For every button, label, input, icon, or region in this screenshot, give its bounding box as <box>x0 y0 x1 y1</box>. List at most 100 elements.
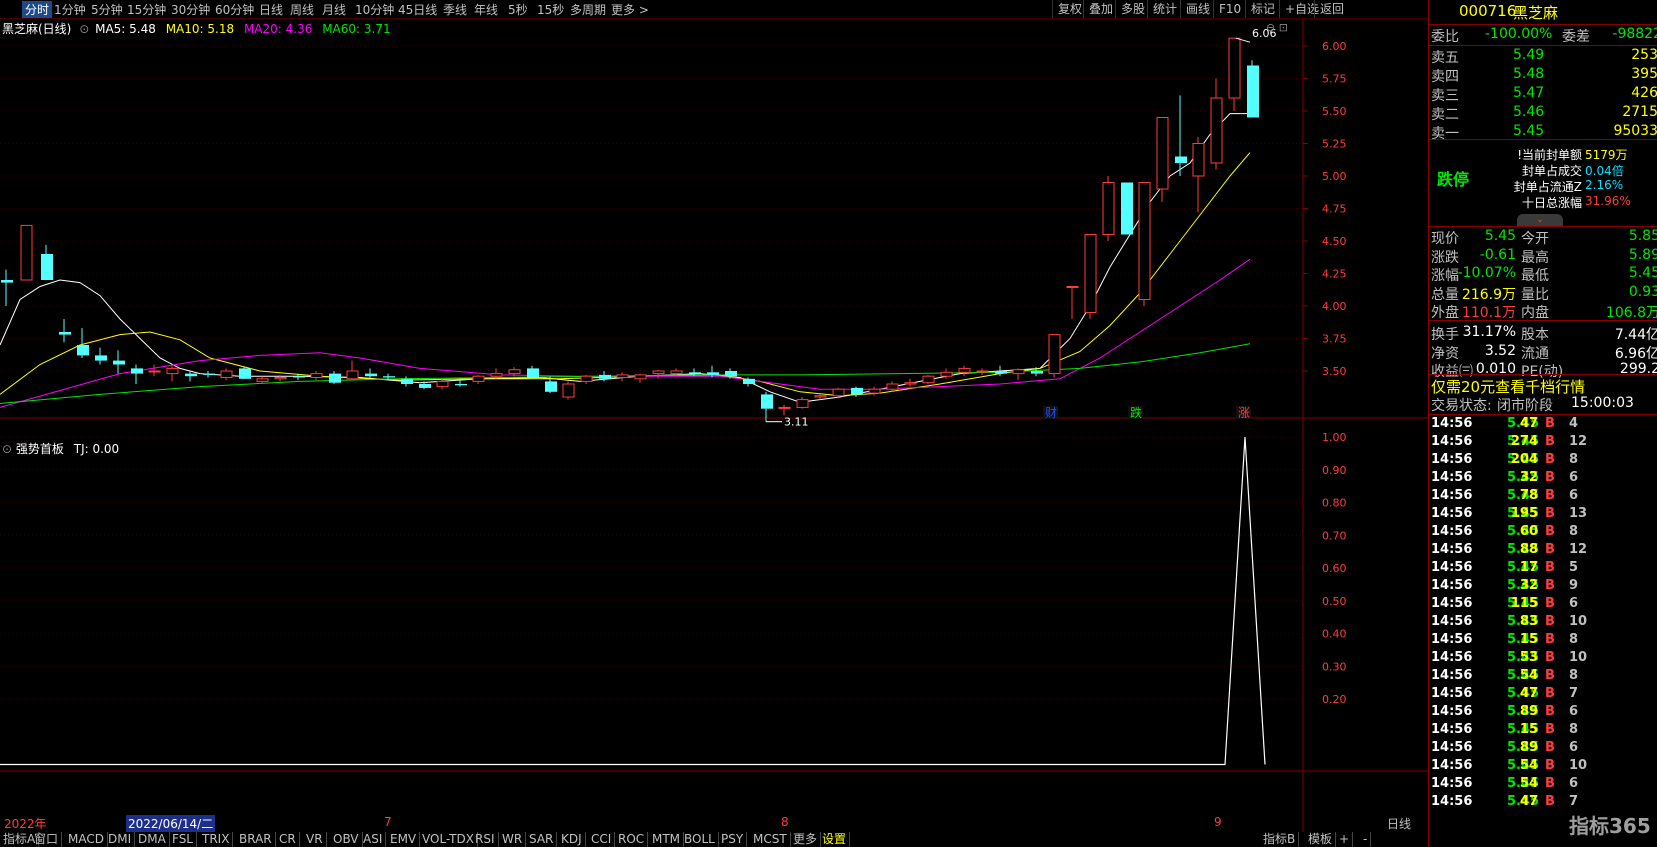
bottom-tab-13[interactable]: VOL-TDX <box>419 832 478 847</box>
bottom-right-3[interactable]: - <box>1360 832 1372 847</box>
bottom-tab-20[interactable]: MTM <box>649 832 685 847</box>
toolbar-button-2[interactable]: 多股 <box>1115 0 1150 18</box>
candle <box>1138 182 1151 306</box>
ask-row-1: 卖四 5.48 395 <box>1429 66 1657 85</box>
quote-label: 换手 <box>1431 327 1459 343</box>
bottom-tab-19[interactable]: ROC <box>615 832 649 847</box>
tick-row: 14:56 5.45 32 B 9 <box>1429 578 1657 596</box>
tab-period-13[interactable]: 5秒 <box>508 1 528 18</box>
candle <box>976 368 989 375</box>
toolbar-button-8[interactable]: 返回 <box>1314 0 1349 18</box>
bottom-tab-17[interactable]: KDJ <box>558 832 586 847</box>
toolbar-button-1[interactable]: 叠加 <box>1083 0 1118 18</box>
tab-period-9[interactable]: 10分钟 <box>355 1 394 18</box>
bottom-right-2[interactable]: + <box>1336 832 1354 847</box>
bottom-tab-23[interactable]: MCST <box>750 832 791 847</box>
bottom-tab-3[interactable]: DMI <box>105 832 136 847</box>
bottom-tab-8[interactable]: CR <box>276 832 300 847</box>
toolbar-button-0[interactable]: 复权 <box>1052 0 1087 18</box>
tab-period-8[interactable]: 月线 <box>322 1 346 18</box>
candle <box>203 371 215 378</box>
candle <box>1210 78 1223 170</box>
quote-value: 6.96亿 <box>1614 345 1657 362</box>
kline-chart[interactable]: 6.00 5.75 5.50 5.25 5.00 4.75 4.50 4.25 4.00 3.75… <box>0 19 1428 832</box>
ma20-label: MA20: 4.36 <box>243 22 313 36</box>
bottom-tab-5[interactable]: FSL <box>169 832 197 847</box>
toolbar-button-6[interactable]: 标记 <box>1245 0 1280 18</box>
tab-period-12[interactable]: 年线 <box>474 1 498 18</box>
bottom-tab-6[interactable]: TRIX <box>199 832 234 847</box>
bottom-tab-7[interactable]: BRAR <box>236 832 276 847</box>
toolbar-button-4[interactable]: 画线 <box>1180 0 1215 18</box>
tick-side: B <box>1545 452 1555 467</box>
bottom-tab-9[interactable]: VR <box>303 832 327 847</box>
tab-period-15[interactable]: 多周期 <box>570 1 606 18</box>
tab-period-16[interactable]: 更多 > <box>611 1 649 18</box>
candle <box>922 374 935 384</box>
legend-toggle-icon[interactable]: ⊙ <box>79 22 89 36</box>
tick-count: 8 <box>1569 722 1579 737</box>
toolbar-button-5[interactable]: F10 <box>1213 0 1246 18</box>
tick-count: 6 <box>1569 776 1579 791</box>
tick-side: B <box>1545 686 1555 701</box>
ask-label: 卖四 <box>1431 69 1459 85</box>
bottom-tab-2[interactable]: MACD <box>65 832 108 847</box>
tab-period-10[interactable]: 45日线 <box>398 1 437 18</box>
tab-period-0[interactable]: 分时 <box>22 1 53 18</box>
bottom-right-0[interactable]: 指标B <box>1260 832 1300 847</box>
tab-period-2[interactable]: 5分钟 <box>91 1 123 18</box>
ind-tick-2: 0.80 <box>1322 497 1347 510</box>
tick-volume: 54 <box>1519 758 1538 773</box>
collapse-chevron-icon[interactable]: ⌄ <box>1517 214 1563 226</box>
tick-side: B <box>1545 704 1555 719</box>
tab-period-7[interactable]: 周线 <box>290 1 314 18</box>
tab-period-6[interactable]: 日线 <box>259 1 283 18</box>
bottom-tab-15[interactable]: WR <box>499 832 527 847</box>
tick-count: 5 <box>1569 560 1579 575</box>
tab-period-14[interactable]: 15秒 <box>537 1 564 18</box>
bottom-tab-18[interactable]: CCI <box>588 832 616 847</box>
bottom-tab-1[interactable]: 窗口 <box>31 832 63 847</box>
bottom-tab-10[interactable]: OBV <box>330 832 363 847</box>
bottom-tab-12[interactable]: EMV <box>387 832 421 847</box>
price-tick-10: 3.50 <box>1322 365 1347 378</box>
period-label[interactable]: 日线 <box>1387 815 1411 832</box>
tick-time: 14:56 <box>1431 488 1473 503</box>
quote-value: 5.89 <box>1628 246 1657 263</box>
tab-period-5[interactable]: 60分钟 <box>215 1 254 18</box>
tab-period-4[interactable]: 30分钟 <box>171 1 210 18</box>
tick-side: B <box>1545 632 1555 647</box>
bottom-tab-22[interactable]: PSY <box>718 832 748 847</box>
candle <box>346 360 359 380</box>
tick-side: B <box>1545 416 1555 431</box>
bottom-tab-21[interactable]: BOLL <box>681 832 719 847</box>
bottom-right-1[interactable]: 模板 <box>1305 832 1337 847</box>
event-marker-0[interactable]: 财 <box>1045 406 1057 420</box>
bottom-tab-4[interactable]: DMA <box>135 832 170 847</box>
tick-side: B <box>1545 758 1555 773</box>
bottom-tab-11[interactable]: ASI <box>360 832 387 847</box>
promo-link[interactable]: 仅需20元查看千档行情 <box>1431 376 1585 397</box>
bottom-tab-14[interactable]: RSI <box>472 832 499 847</box>
tick-time: 14:56 <box>1431 704 1473 719</box>
tab-period-11[interactable]: 季线 <box>443 1 467 18</box>
tick-count: 6 <box>1569 704 1579 719</box>
event-marker-1[interactable]: 跌 <box>1130 405 1142 420</box>
tab-period-1[interactable]: 1分钟 <box>54 1 86 18</box>
ask-volume: 2715 <box>1622 104 1657 120</box>
tab-period-3[interactable]: 15分钟 <box>127 1 166 18</box>
tick-count: 6 <box>1569 488 1579 503</box>
trade-time: 15:00:03 <box>1571 395 1634 411</box>
chart-close-icon[interactable]: ⊖ ⊡ <box>1266 21 1288 34</box>
tick-row: 14:56 5.45 83 B 10 <box>1429 614 1657 632</box>
bottom-tab-16[interactable]: SAR <box>526 832 558 847</box>
event-marker-2[interactable]: 涨 <box>1238 405 1250 420</box>
bottom-tab-25[interactable]: 设置 <box>819 832 851 847</box>
indicator-toggle-icon[interactable]: ⊙ <box>2 442 12 456</box>
bottom-tab-24[interactable]: 更多 <box>790 832 822 847</box>
toolbar-button-3[interactable]: 统计 <box>1147 0 1182 18</box>
period-toolbar: 分时 1分钟 5分钟 15分钟 30分钟 60分钟 日线 周线 月线 10分钟 45日线 季线 年线 5秒… <box>0 0 1428 19</box>
trade-status: 闭市阶段 <box>1497 398 1553 414</box>
quote-label: 内盘 <box>1521 305 1549 321</box>
quote-value: -0.61 <box>1479 246 1516 263</box>
